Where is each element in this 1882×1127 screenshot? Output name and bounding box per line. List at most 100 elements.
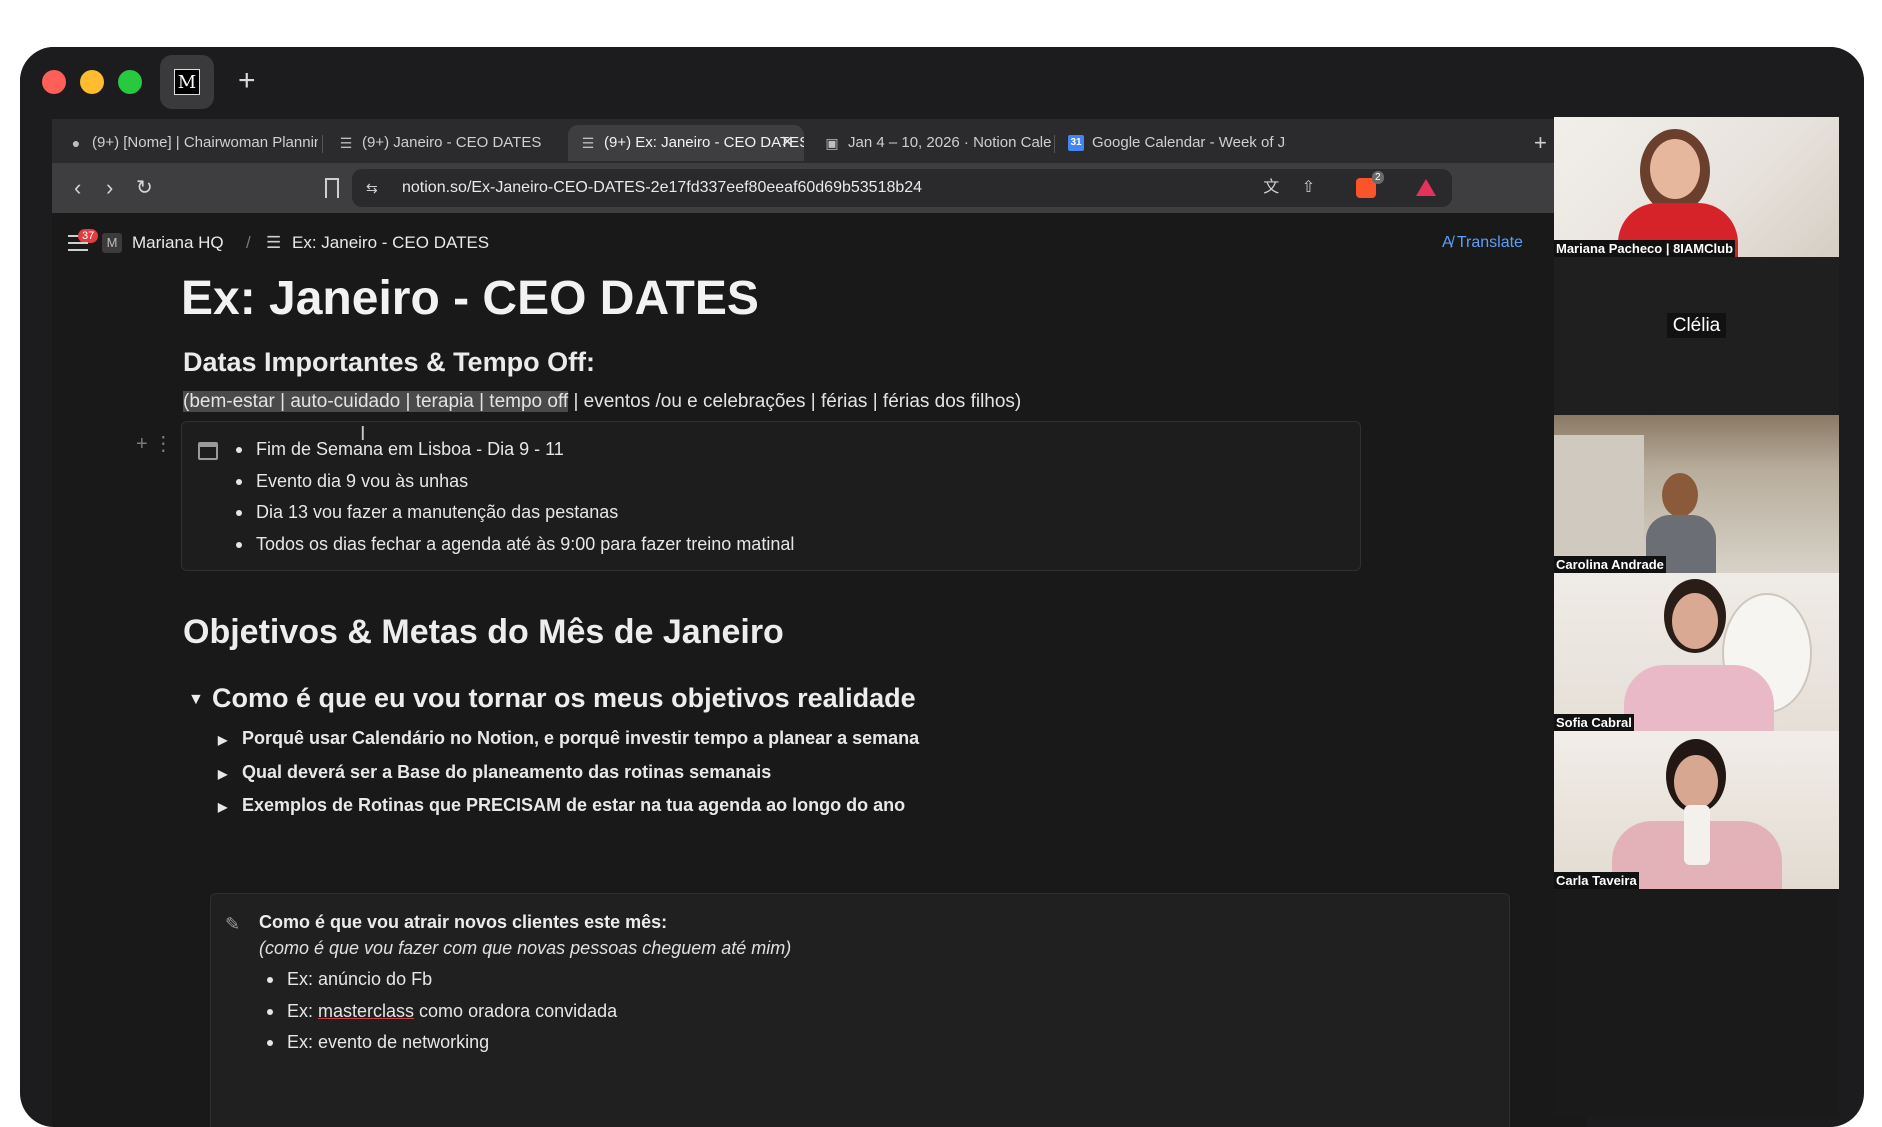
participant-video-head — [1662, 473, 1698, 517]
workspace-icon: M — [102, 233, 122, 253]
participant-video-cup — [1684, 805, 1710, 865]
participant-name: Carolina Andrade — [1554, 556, 1666, 573]
participant-tile[interactable]: Carolina Andrade — [1554, 415, 1839, 573]
back-arrow-icon[interactable]: ‹ — [74, 173, 81, 203]
participant-video-shelf — [1554, 435, 1644, 555]
subtoggle-item[interactable]: ▶ Qual deverá ser a Base do planeamento d… — [218, 757, 919, 791]
list-item[interactable]: Evento dia 9 vou às unhas — [232, 466, 794, 498]
tab-notion-calendar[interactable]: ▣ Jan 4 – 10, 2026 · Notion Calendar — [812, 125, 1052, 161]
tab-label: Jan 4 – 10, 2026 · Notion Calendar — [848, 134, 1052, 151]
list-item[interactable]: Todos os dias fechar a agenda até às 9:0… — [232, 529, 794, 561]
tags-highlighted: (bem-estar | auto-cuidado | terapia | te… — [183, 391, 569, 412]
participant-name-center: Clélia — [1554, 313, 1839, 338]
app-icon-letter: M — [174, 69, 200, 95]
toggle-closed-icon[interactable]: ▶ — [218, 759, 242, 791]
window-titlebar: M + — [20, 47, 1864, 119]
person-icon: ● — [71, 135, 81, 151]
tab-divider — [1054, 135, 1055, 153]
participant-name: Carla Taveira — [1554, 872, 1639, 889]
subtoggle-list: ▶ Porquê usar Calendário no Notion, e por… — [218, 723, 919, 824]
translate-button[interactable]: A̸ Translate — [1442, 229, 1523, 257]
participant-video-face — [1672, 593, 1718, 649]
google-calendar-icon: 31 — [1068, 135, 1084, 151]
list-item-suffix: como oradora convidada — [414, 1000, 618, 1021]
notification-badge: 37 — [78, 229, 99, 243]
subtoggle-item[interactable]: ▶ Porquê usar Calendário no Notion, e por… — [218, 723, 919, 757]
subtoggle-label: Qual deverá ser a Base do planeamento da… — [242, 761, 772, 782]
participant-name: Mariana Pacheco | 8IAMClub — [1554, 240, 1736, 257]
translate-icon: A̸ — [1442, 234, 1453, 251]
address-bar[interactable]: ⇆ notion.so/Ex-Janeiro-CEO-DATES-2e17fd3… — [352, 169, 1452, 207]
participant-tile[interactable]: Carla Taveira — [1554, 731, 1839, 889]
participant-tile[interactable]: Mariana Pacheco | 8IAMClub — [1554, 117, 1839, 257]
list-item[interactable]: Ex: anúncio do Fb — [263, 964, 617, 996]
subtoggle-label: Exemplos de Rotinas que PRECISAM de esta… — [242, 795, 906, 815]
brave-rewards-icon[interactable] — [1398, 169, 1436, 207]
edit-note-icon: ✎ — [225, 914, 241, 934]
callout-title[interactable]: Como é que vou atrair novos clientes est… — [259, 912, 667, 933]
breadcrumb-page[interactable]: Ex: Janeiro - CEO DATES — [292, 229, 489, 257]
browser-toolbar: ‹ › ↻ ⇆ notion.so/Ex-Janeiro-CEO-DATES-2… — [52, 163, 1590, 213]
text-cursor-icon: I — [360, 423, 366, 445]
toggle-heading-label: Como é que eu vou tornar os meus objetiv… — [212, 683, 916, 713]
close-tab-icon[interactable]: ✕ — [781, 125, 794, 161]
tab-janeiro-ceo-dates[interactable]: ☰ (9+) Janeiro - CEO DATES — [326, 125, 556, 161]
participant-video-face — [1650, 139, 1700, 199]
sidebar-menu-icon[interactable]: 37 — [68, 229, 99, 251]
section-heading-datas[interactable]: Datas Importantes & Tempo Off: — [183, 347, 595, 378]
new-window-plus-icon[interactable]: + — [238, 61, 256, 101]
callout-subtitle[interactable]: (como é que vou fazer com que novas pess… — [259, 938, 791, 959]
video-call-panel: Mariana Pacheco | 8IAMClub Clélia Caroli… — [1554, 117, 1839, 1117]
participant-tile[interactable]: Clélia — [1554, 257, 1839, 415]
reload-icon[interactable]: ↻ — [136, 173, 153, 203]
calendar-icon — [198, 442, 218, 460]
close-window-button[interactable] — [42, 70, 66, 94]
spellcheck-word: masterclass — [318, 1000, 415, 1021]
list-item[interactable]: Ex: evento de networking — [263, 1027, 617, 1059]
list-icon: ☰ — [339, 135, 353, 151]
tab-ex-janeiro-ceo-dates[interactable]: ☰ (9+) Ex: Janeiro - CEO DATES ✕ — [568, 125, 804, 161]
share-icon[interactable]: ⇧ — [1302, 169, 1315, 207]
browser-area: ● (9+) [Nome] | Chairwoman Plannin ☰ (9+… — [52, 119, 1590, 1127]
translate-icon[interactable]: 文 — [1263, 169, 1279, 207]
list-item[interactable]: Ex: masterclass como oradora convidada — [263, 996, 617, 1028]
app-switcher-icon[interactable]: M — [160, 55, 214, 109]
subtoggle-item[interactable]: ▶ Exemplos de Rotinas que PRECISAM de est… — [218, 790, 919, 824]
toggle-open-icon[interactable]: ▼ — [188, 691, 212, 709]
goals-heading[interactable]: Objetivos & Metas do Mês de Janeiro — [183, 613, 784, 652]
tab-label: Google Calendar - Week of Januar — [1092, 134, 1286, 151]
calendar-callout[interactable]: Fim de Semana em Lisboa - Dia 9 - 11 Eve… — [181, 421, 1361, 571]
participant-tile[interactable]: Sofia Cabral — [1554, 573, 1839, 731]
new-tab-plus-icon[interactable]: + — [1534, 125, 1547, 161]
page-title[interactable]: Ex: Janeiro - CEO DATES — [181, 271, 759, 326]
site-settings-icon[interactable]: ⇆ — [366, 178, 378, 198]
page-list-icon: ☰ — [266, 233, 282, 252]
url-text[interactable]: notion.so/Ex-Janeiro-CEO-DATES-2e17fd337… — [402, 169, 922, 207]
toggle-heading[interactable]: ▼ Como é que eu vou tornar os meus objeti… — [188, 683, 916, 714]
tags-line[interactable]: (bem-estar | auto-cuidado | terapia | te… — [183, 391, 1021, 413]
callout-bullet-list: Ex: anúncio do Fb Ex: masterclass como o… — [263, 964, 617, 1059]
tab-bar: ● (9+) [Nome] | Chairwoman Plannin ☰ (9+… — [52, 119, 1587, 163]
tab-chairwoman[interactable]: ● (9+) [Nome] | Chairwoman Plannin — [56, 125, 318, 161]
tab-label: (9+) Ex: Janeiro - CEO DATES — [604, 134, 804, 151]
callout-bullet-list: Fim de Semana em Lisboa - Dia 9 - 11 Eve… — [232, 434, 794, 560]
list-item[interactable]: Dia 13 vou fazer a manutenção das pestan… — [232, 497, 794, 529]
bookmark-icon[interactable] — [325, 178, 339, 198]
participant-video-face — [1674, 755, 1718, 809]
zoom-window-button[interactable] — [118, 70, 142, 94]
clients-callout[interactable]: ✎ Como é que vou atrair novos clientes e… — [210, 893, 1510, 1127]
toggle-closed-icon[interactable]: ▶ — [218, 792, 242, 824]
tab-label: (9+) [Nome] | Chairwoman Plannin — [92, 134, 318, 151]
minimize-window-button[interactable] — [80, 70, 104, 94]
forward-arrow-icon[interactable]: › — [106, 173, 113, 203]
tags-rest: | eventos /ou e celebrações | férias | f… — [568, 391, 1022, 412]
toggle-closed-icon[interactable]: ▶ — [218, 725, 242, 757]
brave-shields-icon[interactable]: 2 — [1338, 169, 1384, 207]
tab-google-calendar[interactable]: 31 Google Calendar - Week of Januar — [1056, 125, 1286, 161]
breadcrumb-workspace[interactable]: Mariana HQ — [132, 229, 224, 257]
list-item-prefix: Ex: — [287, 1000, 319, 1021]
participant-name: Sofia Cabral — [1554, 714, 1634, 731]
list-item[interactable]: Fim de Semana em Lisboa - Dia 9 - 11 — [232, 434, 794, 466]
tab-divider — [322, 135, 323, 153]
notion-page: 37 M Mariana HQ / ☰ Ex: Janeiro - CEO DA… — [52, 213, 1587, 1127]
